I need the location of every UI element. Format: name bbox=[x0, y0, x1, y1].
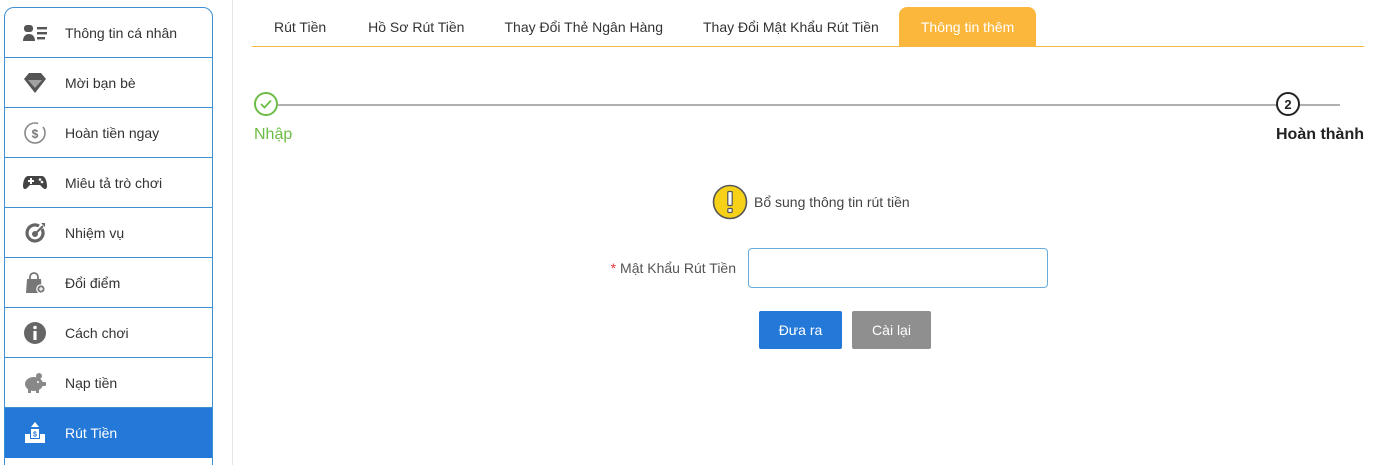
step-1-label: Nhập bbox=[254, 126, 293, 143]
sidebar-item-how-to-play[interactable]: Cách chơi bbox=[5, 308, 212, 358]
tab-bar: Rút Tiền Hồ Sơ Rút Tiền Thay Đổi Thẻ Ngâ… bbox=[252, 7, 1364, 47]
sidebar-menu: Thông tin cá nhân Mời bạn bè $ Hoàn tiền… bbox=[4, 7, 213, 465]
tab-more-info[interactable]: Thông tin thêm bbox=[898, 7, 1037, 46]
sidebar-item-deposit[interactable]: Nạp tiền bbox=[5, 358, 212, 408]
tab-change-bank-card[interactable]: Thay Đổi Thẻ Ngân Hàng bbox=[484, 7, 683, 46]
withdraw-password-input[interactable] bbox=[748, 248, 1048, 288]
profile-card-icon bbox=[5, 20, 65, 46]
reset-button[interactable]: Cài lại bbox=[852, 311, 931, 349]
sidebar-item-invite-friends[interactable]: Mời bạn bè bbox=[5, 58, 212, 108]
form-actions: Đưa ra Cài lại bbox=[759, 311, 931, 349]
sidebar-item-label: Hoàn tiền ngay bbox=[65, 124, 160, 141]
submit-button[interactable]: Đưa ra bbox=[759, 311, 842, 349]
tab-change-withdraw-password[interactable]: Thay Đổi Mật Khẩu Rút Tiền bbox=[683, 7, 899, 46]
info-icon bbox=[5, 320, 65, 346]
gamepad-icon bbox=[5, 170, 65, 196]
warning-icon bbox=[712, 184, 748, 220]
svg-text:$: $ bbox=[32, 127, 39, 141]
sidebar-item-missions[interactable]: Nhiệm vụ bbox=[5, 208, 212, 258]
diamond-icon bbox=[5, 70, 65, 96]
notice-text: Bổ sung thông tin rút tiền bbox=[754, 194, 910, 210]
target-icon bbox=[5, 220, 65, 246]
sidebar-item-label: Đổi điểm bbox=[65, 274, 121, 291]
step-2-number: 2 bbox=[1276, 92, 1300, 116]
tab-withdrawal-history[interactable]: Hồ Sơ Rút Tiền bbox=[348, 7, 484, 46]
password-label-text: Mật Khẩu Rút Tiền bbox=[620, 260, 736, 276]
sidebar-item-personal-info[interactable]: Thông tin cá nhân bbox=[5, 8, 212, 58]
sidebar-item-withdraw[interactable]: $ Rút Tiền bbox=[5, 408, 212, 458]
sidebar-divider bbox=[232, 0, 233, 465]
shopping-bag-icon bbox=[5, 270, 65, 296]
sidebar-item-redeem-points[interactable]: Đổi điểm bbox=[5, 258, 212, 308]
sidebar-item-label: Mời bạn bè bbox=[65, 74, 136, 91]
cashback-icon: $ bbox=[5, 120, 65, 146]
sidebar-item-game-description[interactable]: Miêu tả trò chơi bbox=[5, 158, 212, 208]
piggy-bank-icon bbox=[5, 370, 65, 396]
password-form-row: * Mật Khẩu Rút Tiền bbox=[600, 248, 1048, 288]
step-2-label: Hoàn thành bbox=[1276, 126, 1364, 143]
progress-stepper: 2 Nhập Hoàn thành bbox=[254, 92, 1364, 152]
sidebar-item-label: Nạp tiền bbox=[65, 374, 118, 391]
sidebar-item-label: Cách chơi bbox=[65, 324, 129, 341]
stepper-line bbox=[278, 104, 1340, 106]
sidebar-item-cashback[interactable]: $ Hoàn tiền ngay bbox=[5, 108, 212, 158]
withdraw-icon: $ bbox=[5, 420, 65, 446]
sidebar-item-label: Miêu tả trò chơi bbox=[65, 174, 163, 191]
required-mark: * bbox=[610, 260, 617, 276]
svg-text:$: $ bbox=[33, 432, 37, 439]
sidebar-item-label: Nhiệm vụ bbox=[65, 224, 125, 241]
tab-withdraw[interactable]: Rút Tiền bbox=[252, 7, 348, 46]
sidebar-item-label: Rút Tiền bbox=[65, 425, 118, 441]
password-label: * Mật Khẩu Rút Tiền bbox=[600, 260, 748, 276]
notice-message: Bổ sung thông tin rút tiền bbox=[712, 184, 910, 220]
sidebar-item-label: Thông tin cá nhân bbox=[65, 24, 178, 41]
step-1-check-icon bbox=[254, 92, 278, 116]
